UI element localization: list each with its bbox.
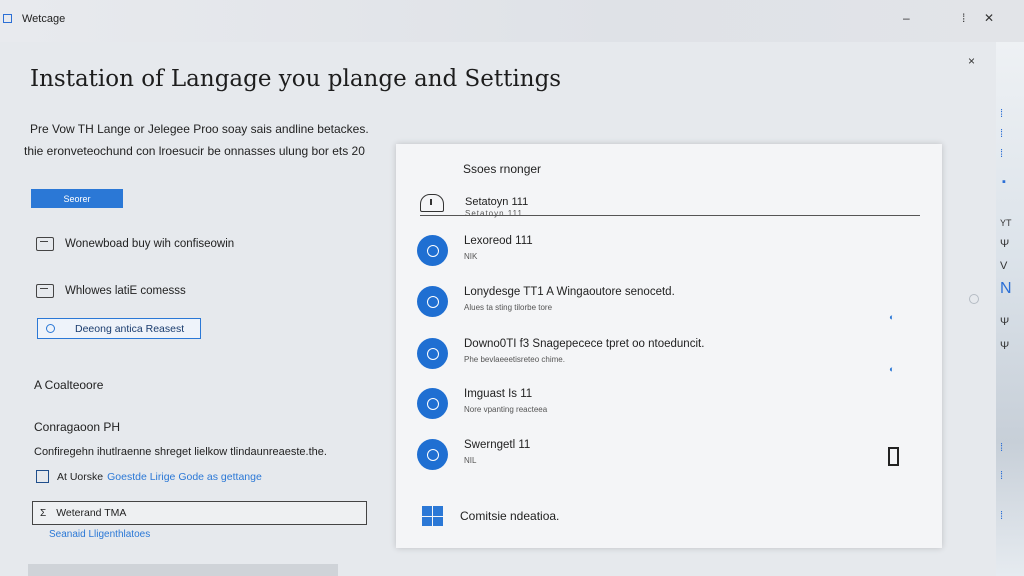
- list-item-sub: NIK: [464, 252, 478, 261]
- language-icon: [417, 286, 448, 317]
- search-value: Setatoyn 111: [465, 196, 529, 208]
- list-item-name: Swerngetl 11: [464, 439, 531, 451]
- checkbox[interactable]: [36, 470, 49, 483]
- edge-glyph: Ψ: [1000, 316, 1010, 328]
- list-item[interactable]: Swerngetl 11 NIL: [417, 439, 917, 479]
- checkbox-row[interactable]: At Uorske Goestde Lirige Gode as gettang…: [36, 470, 262, 483]
- language-icon: [417, 388, 448, 419]
- bottom-bar: [28, 564, 338, 576]
- list-item-name: Lonydesge TT1 A Wingaoutore senocetd.: [464, 286, 675, 298]
- text-input[interactable]: Σ Weterand TMA: [32, 501, 367, 525]
- radio-icon: [46, 324, 55, 333]
- edge-glyph: YT: [1000, 218, 1012, 228]
- minimize-button[interactable]: –: [903, 10, 910, 26]
- list-item[interactable]: Imguast Is 11 Nore vpanting reacteea: [417, 388, 917, 428]
- list-item-sub: NIL: [464, 456, 477, 465]
- edge-glyph: ▪: [1002, 176, 1006, 188]
- keyboard-icon: [36, 284, 54, 298]
- edge-glyph: N: [1000, 280, 1012, 297]
- description-line-1: Pre Vow TH Lange or Jelegee Proo soay sa…: [30, 122, 369, 136]
- edge-glyph: ⁞: [1000, 108, 1004, 120]
- outline-button-label: Deeong antica Reasest: [75, 322, 185, 335]
- document-icon[interactable]: [888, 447, 899, 466]
- option-label: Wonewboad buy wih confiseowin: [65, 238, 235, 250]
- edge-glyph: ⁞: [1000, 442, 1004, 454]
- option-row[interactable]: Wonewboad buy wih confiseowin: [36, 237, 234, 251]
- panel-title: Ssoes rnonger: [463, 162, 542, 176]
- checkbox-label: At Uorske: [57, 470, 104, 483]
- description-line-2: thie eronveteochund con lroesucir be onn…: [24, 144, 365, 158]
- list-item-sub: Phe bevlaeeetisreteo chime.: [464, 355, 565, 364]
- lock-icon: [420, 194, 444, 212]
- edge-glyph: Ψ: [1000, 340, 1010, 352]
- footer-label: Comitsie ndeatioa.: [460, 509, 560, 523]
- status-icon: ◐: [889, 312, 895, 322]
- section-heading: A Coalteoore: [34, 378, 104, 392]
- panel-footer[interactable]: Comitsie ndeatioa.: [422, 506, 559, 526]
- outline-button[interactable]: Deeong antica Reasest: [37, 318, 201, 339]
- edge-glyph: Ψ: [1000, 238, 1010, 250]
- list-item[interactable]: Lonydesge TT1 A Wingaoutore senocetd. Al…: [417, 286, 917, 326]
- maximize-button[interactable]: ⁞: [962, 10, 965, 26]
- close-button[interactable]: ✕: [984, 10, 994, 26]
- windows-logo-icon: [422, 506, 443, 526]
- language-manager-panel: Ssoes rnonger Setatoyn 111 Setatoyn 111 …: [396, 144, 942, 548]
- edge-glyph: V: [1000, 260, 1008, 272]
- list-item[interactable]: Downo0TI f3 Snagepecece tpret oo ntoedun…: [417, 338, 917, 378]
- list-item-name: Lexoreod 111: [464, 235, 533, 247]
- title-bar: Wetcage – ⁞ ✕: [0, 0, 1024, 42]
- scroll-indicator-icon[interactable]: [969, 294, 979, 304]
- checkbox-link[interactable]: Goestde Lirige Gode as gettange: [107, 471, 262, 483]
- dialog-close-button[interactable]: ×: [968, 54, 975, 68]
- language-icon: [417, 439, 448, 470]
- settings-link[interactable]: Seanaid Lligenthlatoes: [49, 529, 150, 540]
- list-item-sub: Nore vpanting reacteea: [464, 405, 548, 414]
- search-sub: Setatoyn 111: [465, 209, 523, 218]
- list-item-name: Downo0TI f3 Snagepecece tpret oo ntoedun…: [464, 338, 705, 350]
- list-item[interactable]: Lexoreod 111 NIK: [417, 235, 917, 275]
- edge-glyph: ⁞: [1000, 148, 1004, 160]
- list-item-name: Imguast Is 11: [464, 388, 533, 400]
- edge-glyph: ⁞: [1000, 510, 1004, 522]
- window-title: Wetcage: [22, 13, 66, 25]
- edge-glyph: ⁞: [1000, 128, 1004, 140]
- primary-button[interactable]: Seorer: [31, 189, 123, 208]
- language-icon: [417, 235, 448, 266]
- language-icon: [417, 338, 448, 369]
- status-icon: ◐: [889, 364, 895, 374]
- sigma-icon: Σ: [40, 507, 47, 519]
- sub-heading: Conragaoon PH: [34, 420, 121, 434]
- search-input[interactable]: Setatoyn 111 Setatoyn 111: [420, 194, 920, 218]
- list-item-sub: Alues ta sting tilorbe tore: [464, 303, 553, 312]
- monitor-icon: [36, 237, 54, 251]
- desktop-edge: ⁞ ⁞ ⁞ ▪ YT Ψ V N Ψ Ψ ⁞ ⁞ ⁞: [996, 42, 1024, 576]
- edge-glyph: ⁞: [1000, 470, 1004, 482]
- option-row[interactable]: Whlowes latiE comesss: [36, 284, 186, 298]
- text-input-value: Weterand TMA: [56, 507, 127, 519]
- app-icon: [3, 14, 12, 23]
- page-title: Instation of Langage you plange and Sett…: [30, 66, 562, 92]
- sub-description: Confiregehn ihutlraenne shreget lielkow …: [34, 446, 327, 458]
- option-label: Whlowes latiE comesss: [65, 285, 186, 297]
